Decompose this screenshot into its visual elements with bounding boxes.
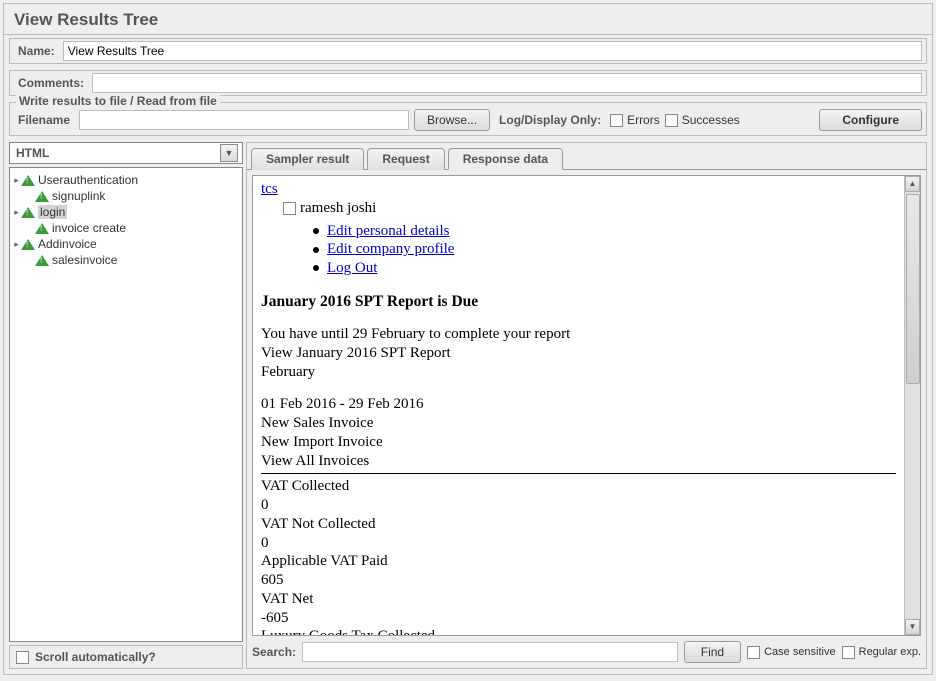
scroll-auto-checkbox[interactable]: Scroll automatically? [9,645,243,669]
response-content[interactable]: tcs ramesh joshi Edit personal details E… [253,176,904,635]
sample-ok-icon [35,223,49,234]
file-legend: Write results to file / Read from file [16,94,220,108]
successes-checkbox[interactable]: Successes [665,113,740,127]
logdisplay-label: Log/Display Only: [495,111,605,129]
name-row: Name: [9,38,927,64]
chevron-down-icon: ▼ [220,144,238,162]
user-name: ramesh joshi [300,199,376,218]
regular-exp-label: Regular exp. [859,646,921,658]
name-input[interactable] [63,41,922,61]
sample-ok-icon [35,191,49,202]
tree-node[interactable]: ▸ Userauthentication [12,172,240,188]
body-line: February [261,363,896,382]
body-line: 01 Feb 2016 - 29 Feb 2016 [261,395,896,414]
response-viewer: tcs ramesh joshi Edit personal details E… [252,175,921,636]
filename-input[interactable] [79,110,409,130]
body-line: You have until 29 February to complete y… [261,325,896,344]
name-label: Name: [14,42,59,60]
tree-node[interactable]: invoice create [12,220,240,236]
body-line: New Import Invoice [261,433,896,452]
vertical-scrollbar[interactable]: ▲ ▼ [904,176,920,635]
tree-label: Userauthentication [38,173,138,187]
report-heading: January 2016 SPT Report is Due [261,292,896,311]
tree-node[interactable]: ▸ login [12,204,240,220]
page-title: View Results Tree [4,4,932,35]
tree-label: invoice create [52,221,126,235]
browse-button[interactable]: Browse... [414,109,490,131]
body-line: New Sales Invoice [261,414,896,433]
stat-label: VAT Collected [261,477,896,496]
find-button[interactable]: Find [684,641,741,663]
stat-label: VAT Net [261,590,896,609]
file-fieldset: Write results to file / Read from file F… [9,102,927,136]
regular-exp-checkbox[interactable]: Regular exp. [842,646,921,659]
errors-checkbox[interactable]: Errors [610,113,660,127]
scroll-auto-label: Scroll automatically? [35,650,156,664]
tcs-link[interactable]: tcs [261,181,278,197]
configure-button[interactable]: Configure [819,109,922,131]
stat-value: -605 [261,609,896,628]
sample-ok-icon [21,239,35,250]
tree-label: signuplink [52,189,105,203]
tab-sampler-result[interactable]: Sampler result [251,148,364,170]
search-bar: Search: Find Case sensitive Regular exp. [252,641,921,663]
edit-company-link[interactable]: Edit company profile [327,240,454,259]
edit-personal-link[interactable]: Edit personal details [327,222,449,241]
tree-node[interactable]: salesinvoice [12,252,240,268]
scroll-down-icon[interactable]: ▼ [905,619,920,635]
comments-row: Comments: [9,70,927,96]
case-sensitive-checkbox[interactable]: Case sensitive [747,646,836,659]
scroll-up-icon[interactable]: ▲ [905,176,920,192]
case-sensitive-label: Case sensitive [764,646,836,658]
tree-label: login [38,205,67,219]
tree-node[interactable]: signuplink [12,188,240,204]
sample-ok-icon [21,207,35,218]
tree-toggle-icon[interactable]: ▸ [12,239,21,250]
tree-label: salesinvoice [52,253,117,267]
comments-label: Comments: [14,74,88,92]
results-tree[interactable]: ▸ Userauthentication signuplink ▸ login invoi… [9,167,243,642]
stat-label: Applicable VAT Paid [261,552,896,571]
stat-value: 0 [261,534,896,553]
renderer-combo[interactable]: HTML ▼ [9,142,243,164]
stat-label: VAT Not Collected [261,515,896,534]
search-input[interactable] [302,642,678,662]
tab-response-data[interactable]: Response data [448,148,563,170]
tree-label: Addinvoice [38,237,97,251]
tree-node[interactable]: ▸ Addinvoice [12,236,240,252]
sample-ok-icon [35,255,49,266]
errors-label: Errors [627,113,660,127]
renderer-value: HTML [16,146,49,160]
body-line: View All Invoices [261,452,896,471]
stat-value: 605 [261,571,896,590]
stat-value: 0 [261,496,896,515]
stat-label: Luxury Goods Tax Collected [261,627,896,635]
successes-label: Successes [682,113,740,127]
comments-input[interactable] [92,73,922,93]
filename-label: Filename [14,111,74,129]
search-label: Search: [252,645,296,659]
body-line: View January 2016 SPT Report [261,344,896,363]
scroll-thumb[interactable] [906,194,920,384]
tabs: Sampler result Request Response data [247,143,926,170]
user-checkbox[interactable] [283,202,296,215]
tree-toggle-icon[interactable]: ▸ [12,175,21,186]
tab-request[interactable]: Request [367,148,444,170]
tree-toggle-icon[interactable]: ▸ [12,207,21,218]
sample-ok-icon [21,175,35,186]
logout-link[interactable]: Log Out [327,259,377,278]
